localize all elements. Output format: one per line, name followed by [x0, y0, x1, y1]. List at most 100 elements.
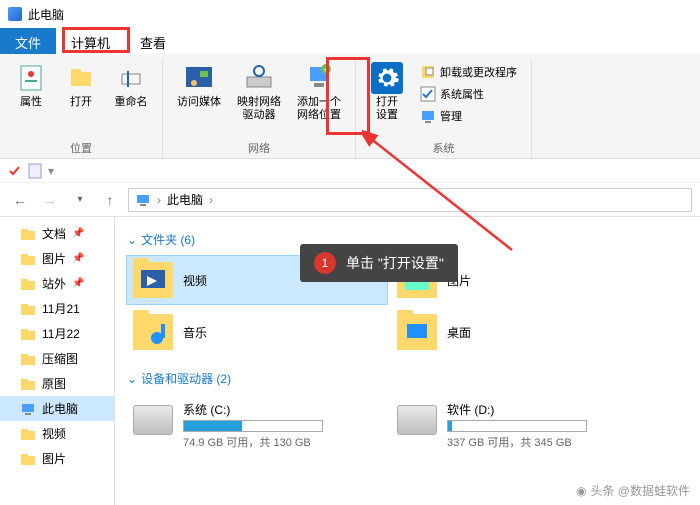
- nav-forward-button[interactable]: →: [38, 188, 62, 212]
- folder-icon: [20, 226, 36, 242]
- breadcrumb-sep2[interactable]: ›: [209, 193, 213, 207]
- sidebar-item-8[interactable]: 视频: [0, 421, 114, 446]
- drives-grid: 系统 (C:) 74.9 GB 可用，共 130 GB 软件 (D:) 337 GB …: [127, 395, 688, 456]
- folder-icon: [20, 251, 36, 267]
- properties-icon: [15, 62, 47, 94]
- address-bar[interactable]: › 此电脑 ›: [128, 188, 692, 212]
- system-properties-button[interactable]: 系统属性: [416, 84, 521, 104]
- pin-icon: 📌: [72, 253, 84, 264]
- tab-computer[interactable]: 计算机: [56, 28, 125, 54]
- watermark-icon: ◉: [576, 484, 586, 498]
- sidebar-item-label: 视频: [42, 425, 66, 442]
- sidebar-item-label: 此电脑: [42, 400, 78, 417]
- navigation-bar: ← → ▾ ↑ › 此电脑 ›: [0, 183, 700, 217]
- folder-icon: [20, 401, 36, 417]
- sidebar-item-label: 原图: [42, 375, 66, 392]
- access-media-button[interactable]: 访问媒体: [173, 60, 225, 111]
- folder-icon: [20, 451, 36, 467]
- sidebar-item-9[interactable]: 图片: [0, 446, 114, 471]
- nav-history-button[interactable]: ▾: [68, 188, 92, 212]
- sidebar-item-6[interactable]: 原图: [0, 371, 114, 396]
- group-label-system: 系统: [433, 140, 455, 158]
- folder-item[interactable]: 音乐: [127, 308, 387, 356]
- breadcrumb-root[interactable]: 此电脑: [167, 191, 203, 208]
- callout-text: 单击 "打开设置": [346, 253, 444, 273]
- sidebar-item-label: 压缩图: [42, 350, 78, 367]
- folder-icon: [20, 376, 36, 392]
- properties-button[interactable]: 属性: [10, 60, 52, 111]
- qat-dropdown-icon[interactable]: ▾: [48, 164, 54, 178]
- uninstall-programs-button[interactable]: 卸载或更改程序: [416, 62, 521, 82]
- watermark: ◉ 头条 @数据蛙软件: [576, 482, 690, 499]
- drive-label: 系统 (C:): [183, 401, 323, 418]
- sidebar-item-1[interactable]: 图片 📌: [0, 246, 114, 271]
- drive-usage-bar: [447, 420, 587, 432]
- folder-icon: [397, 314, 437, 350]
- map-drive-button[interactable]: 映射网络 驱动器: [233, 60, 285, 124]
- folder-icon: [20, 351, 36, 367]
- drive-subtext: 74.9 GB 可用，共 130 GB: [183, 434, 323, 450]
- sidebar-item-label: 图片: [42, 250, 66, 267]
- sidebar-item-4[interactable]: 11月22: [0, 321, 114, 346]
- drive-item[interactable]: 系统 (C:) 74.9 GB 可用，共 130 GB: [127, 395, 387, 456]
- drive-icon: [133, 405, 173, 435]
- manage-icon: [420, 108, 436, 124]
- window-title: 此电脑: [28, 6, 64, 23]
- folder-label: 音乐: [183, 324, 207, 341]
- sidebar-item-0[interactable]: 文档 📌: [0, 221, 114, 246]
- sidebar-item-label: 图片: [42, 450, 66, 467]
- media-icon: [183, 62, 215, 94]
- open-icon: [65, 62, 97, 94]
- instruction-callout: 1 单击 "打开设置": [300, 244, 458, 282]
- rename-button[interactable]: 重命名: [110, 60, 152, 111]
- open-settings-button[interactable]: 打开 设置: [366, 60, 408, 124]
- navigation-pane: 文档📌图片📌站外📌11月2111月22压缩图原图此电脑视频图片: [0, 217, 115, 505]
- tab-file[interactable]: 文件: [0, 28, 56, 54]
- add-location-icon: +: [303, 62, 335, 94]
- sidebar-item-label: 11月21: [42, 300, 80, 317]
- checkbox-icon: [420, 86, 436, 102]
- gear-icon: [371, 62, 403, 94]
- sidebar-item-7[interactable]: 此电脑: [0, 396, 114, 421]
- open-button[interactable]: 打开: [60, 60, 102, 111]
- sidebar-item-label: 11月22: [42, 325, 80, 342]
- sidebar-item-2[interactable]: 站外📌: [0, 271, 114, 296]
- folder-item[interactable]: 桌面: [391, 308, 651, 356]
- group-label-network: 网络: [248, 140, 270, 158]
- ribbon-group-system: 打开 设置 卸载或更改程序 系统属性 管理 系统: [356, 60, 532, 158]
- drive-label: 软件 (D:): [447, 401, 587, 418]
- app-icon: [8, 7, 22, 21]
- folder-label: 视频: [183, 272, 207, 289]
- ribbon-group-location: 属性 打开 重命名 位置: [0, 60, 163, 158]
- sidebar-item-3[interactable]: 11月21: [0, 296, 114, 321]
- folder-icon: [20, 326, 36, 342]
- ribbon: 属性 打开 重命名 位置 访问媒体 映射网络 驱动器 +: [0, 54, 700, 159]
- qat-check-icon[interactable]: [8, 164, 22, 178]
- drives-section-header[interactable]: ⌄ 设备和驱动器 (2): [127, 370, 688, 387]
- folder-icon: [133, 314, 173, 350]
- step-badge: 1: [314, 252, 336, 274]
- drive-subtext: 337 GB 可用，共 345 GB: [447, 434, 587, 450]
- qat-doc-icon[interactable]: [28, 163, 42, 179]
- ribbon-tabs: 文件 计算机 查看: [0, 28, 700, 54]
- tab-view[interactable]: 查看: [125, 28, 181, 54]
- svg-text:+: +: [323, 65, 328, 75]
- pc-icon: [135, 192, 151, 208]
- ribbon-group-network: 访问媒体 映射网络 驱动器 + 添加一个 网络位置 网络: [163, 60, 356, 158]
- folder-icon: [20, 426, 36, 442]
- nav-back-button[interactable]: ←: [8, 188, 32, 212]
- sidebar-item-5[interactable]: 压缩图: [0, 346, 114, 371]
- nav-up-button[interactable]: ↑: [98, 188, 122, 212]
- uninstall-icon: [420, 64, 436, 80]
- breadcrumb-sep: ›: [157, 193, 161, 207]
- sidebar-item-label: 文档: [42, 225, 66, 242]
- folder-label: 桌面: [447, 324, 471, 341]
- folder-icon: [20, 301, 36, 317]
- group-label-location: 位置: [70, 140, 92, 158]
- chevron-down-icon: ⌄: [127, 372, 137, 386]
- drive-item[interactable]: 软件 (D:) 337 GB 可用，共 345 GB: [391, 395, 651, 456]
- pin-icon: 📌: [72, 228, 84, 239]
- manage-button[interactable]: 管理: [416, 106, 521, 126]
- sidebar-item-label: 站外: [42, 275, 66, 292]
- add-network-location-button[interactable]: + 添加一个 网络位置: [293, 60, 345, 124]
